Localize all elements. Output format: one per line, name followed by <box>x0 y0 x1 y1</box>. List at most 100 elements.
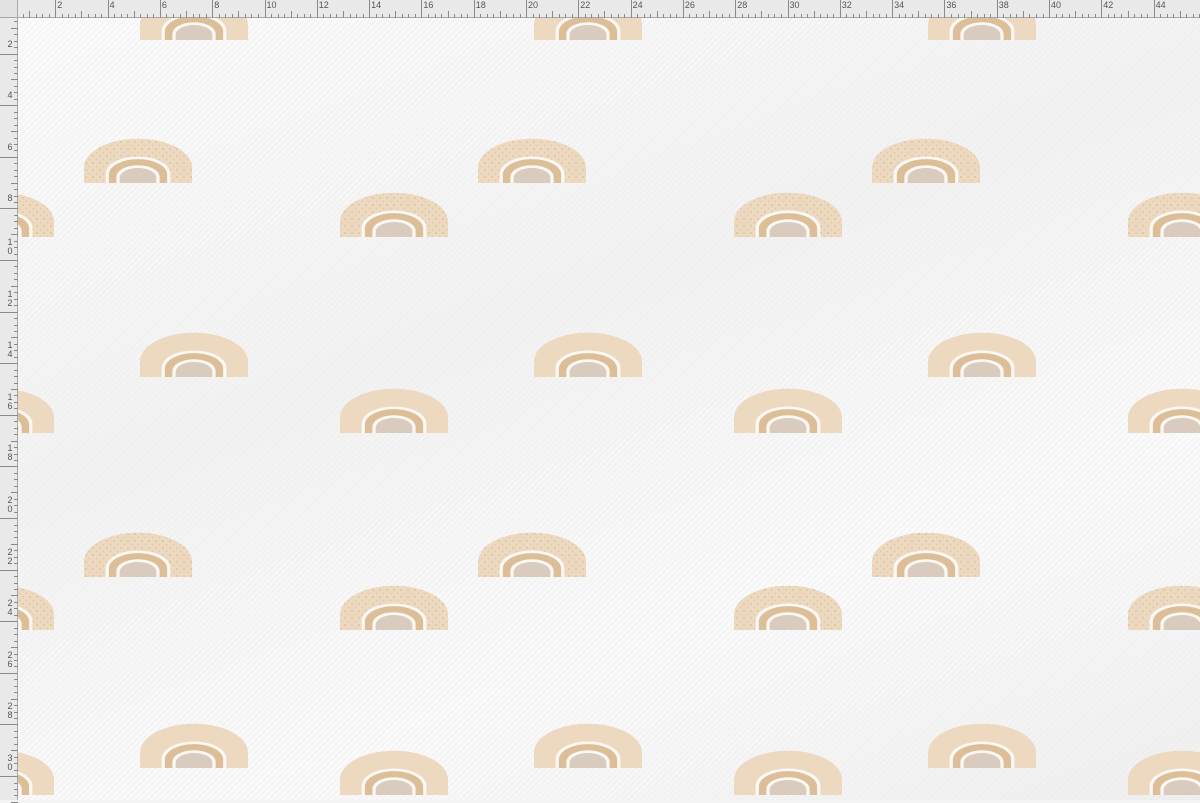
ruler-tick <box>0 208 18 210</box>
top-ruler: 2 4 6 8 10 12 14 16 18 20 22 24 26 28 30 32 34 36 38 40 42 44 <box>0 0 1200 18</box>
ruler-label: 38 <box>998 0 1009 10</box>
ruler-tick <box>709 11 710 18</box>
ruler-tick <box>159 0 161 18</box>
ruler-label: 32 <box>841 0 852 10</box>
ruler-tick <box>578 0 580 18</box>
ruler-label: 28 <box>737 0 748 10</box>
ruler-tick <box>604 11 606 18</box>
ruler-tick <box>238 11 240 18</box>
ruler-tick <box>1179 11 1181 18</box>
ruler-label: 6 <box>7 141 13 152</box>
ruler-tick <box>11 337 18 339</box>
ruler-label: 24 <box>632 0 643 10</box>
ruler-tick <box>787 0 789 18</box>
ruler-tick <box>290 11 292 18</box>
ruler-label: 4 <box>7 90 13 101</box>
ruler-label: 10 <box>266 0 277 10</box>
ruler-tick <box>11 234 18 236</box>
ruler-tick <box>552 11 554 18</box>
ruler-label: 40 <box>1051 0 1062 10</box>
ruler-tick <box>918 11 920 18</box>
ruler-label: 42 <box>1103 0 1114 10</box>
ruler-label: 26 <box>684 0 695 10</box>
ruler-label: 20 <box>528 0 539 10</box>
rainbow-motif <box>534 18 642 40</box>
ruler-label: 8 <box>7 193 13 204</box>
ruler-label: 0 <box>7 504 13 514</box>
ruler-tick <box>29 11 31 18</box>
ruler-label: 8 <box>7 452 13 463</box>
ruler-tick <box>212 0 214 18</box>
ruler-tick <box>369 0 371 18</box>
ruler-tick <box>0 621 18 623</box>
ruler-label: 14 <box>371 0 382 10</box>
ruler-tick <box>0 466 18 468</box>
ruler-tick <box>11 440 18 442</box>
ruler-label: 22 <box>580 0 591 10</box>
ruler-label: 0 <box>7 762 13 772</box>
ruler-label: 44 <box>1155 0 1166 10</box>
ruler-tick <box>11 27 18 29</box>
ruler-tick <box>970 11 972 18</box>
ruler-label: 2 <box>57 0 63 10</box>
ruler-tick <box>133 11 135 18</box>
ruler-tick <box>996 0 998 18</box>
ruler-label: 4 <box>7 607 13 618</box>
ruler-tick <box>0 414 18 416</box>
ruler-tick <box>11 182 18 184</box>
ruler-label: 8 <box>7 710 13 721</box>
ruler-tick <box>892 0 894 18</box>
ruler-label: 6 <box>7 658 13 669</box>
ruler-label: 30 <box>789 0 800 10</box>
ruler-tick <box>11 750 18 752</box>
rainbow-motif <box>928 18 1036 40</box>
ruler-tick <box>0 569 18 571</box>
rainbow-motif <box>140 18 248 40</box>
left-ruler: 24681012141618202224262830 <box>0 0 18 803</box>
ruler-tick <box>0 260 18 261</box>
ruler-label: 36 <box>946 0 957 10</box>
ruler-label: 4 <box>7 349 13 360</box>
ruler-tick <box>107 0 109 18</box>
ruler-tick <box>0 672 18 674</box>
ruler-label: 4 <box>109 0 115 10</box>
rainbow-pattern <box>18 18 1200 800</box>
ruler-label: 18 <box>475 0 486 10</box>
ruler-tick <box>342 11 344 18</box>
ruler-tick <box>1022 11 1024 18</box>
ruler-tick <box>526 0 527 18</box>
ruler-tick <box>186 11 187 18</box>
ruler-tick <box>0 724 18 726</box>
ruler-tick <box>0 518 18 519</box>
ruler-tick <box>1075 11 1077 18</box>
ruler-tick <box>316 0 318 18</box>
ruler-label: 2 <box>7 38 13 49</box>
ruler-label: 34 <box>894 0 905 10</box>
ruler-tick <box>11 131 18 132</box>
ruler-tick <box>1127 11 1129 18</box>
ruler-tick <box>1101 0 1103 18</box>
ruler-tick <box>11 595 18 597</box>
ruler-tick <box>656 11 658 18</box>
ruler-tick <box>813 11 815 18</box>
ruler-label: 16 <box>423 0 434 10</box>
ruler-tick <box>761 11 763 18</box>
ruler-tick <box>0 776 18 777</box>
ruler-label: 12 <box>318 0 329 10</box>
ruler-tick <box>735 0 737 18</box>
ruler-tick <box>11 285 18 287</box>
ruler-label: 2 <box>7 297 13 308</box>
ruler-tick <box>0 53 18 55</box>
ruler-tick <box>682 0 684 18</box>
ruler-tick <box>395 11 397 18</box>
ruler-tick <box>499 11 501 18</box>
ruler-tick <box>11 647 18 648</box>
ruler-tick <box>0 363 18 365</box>
ruler-tick <box>1153 0 1155 18</box>
ruler-tick <box>1049 0 1050 18</box>
ruler-tick <box>264 0 266 18</box>
ruler-tick <box>0 105 18 107</box>
ruler-label: 8 <box>214 0 220 10</box>
ruler-tick <box>55 0 57 18</box>
ruler-tick <box>421 0 423 18</box>
